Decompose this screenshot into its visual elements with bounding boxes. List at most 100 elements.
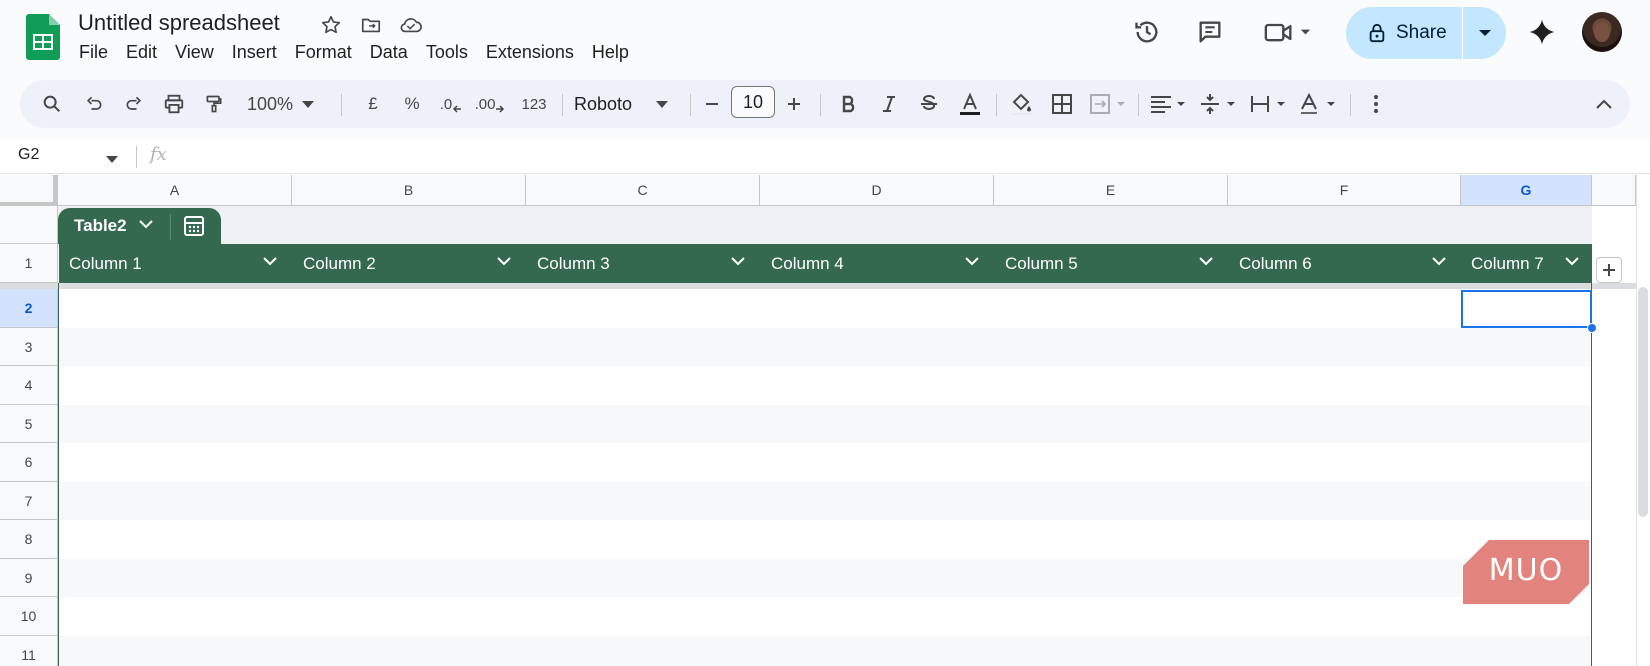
- table-border-left: [58, 283, 59, 666]
- fill-handle[interactable]: [1587, 323, 1597, 333]
- collapse-toolbar-icon[interactable]: [1586, 80, 1622, 128]
- chevron-down-icon[interactable]: [1431, 256, 1447, 266]
- version-history-icon[interactable]: [1127, 12, 1167, 52]
- gemini-sparkle-icon[interactable]: [1522, 12, 1562, 52]
- text-rotation-icon[interactable]: [1296, 80, 1342, 128]
- row-header-9[interactable]: 9: [0, 559, 58, 597]
- chevron-down-icon[interactable]: [1564, 256, 1580, 266]
- row-header-2[interactable]: 2: [0, 289, 58, 328]
- sheets-logo[interactable]: [26, 14, 60, 60]
- increase-font-size-icon[interactable]: [780, 80, 808, 128]
- zoom-caret-icon[interactable]: [298, 80, 318, 128]
- search-icon[interactable]: [32, 80, 72, 128]
- text-wrapping-icon[interactable]: [1246, 80, 1292, 128]
- vertical-align-icon[interactable]: [1196, 80, 1242, 128]
- menu-view[interactable]: View: [166, 40, 223, 65]
- share-button[interactable]: Share: [1346, 7, 1462, 59]
- share-button-group: Share: [1346, 7, 1506, 59]
- table-header-cell[interactable]: Column 5: [995, 244, 1228, 283]
- meet-video-icon[interactable]: [1258, 12, 1318, 52]
- merge-cells-icon[interactable]: [1084, 80, 1134, 128]
- strikethrough-icon[interactable]: [912, 80, 946, 128]
- font-size-input[interactable]: 10: [731, 86, 775, 118]
- chevron-down-icon[interactable]: [964, 256, 980, 266]
- paint-format-icon[interactable]: [196, 80, 232, 128]
- chevron-down-icon[interactable]: [730, 256, 746, 266]
- row-header-7[interactable]: 7: [0, 482, 58, 520]
- zoom-select[interactable]: 100%: [242, 80, 298, 128]
- chevron-down-icon[interactable]: [262, 256, 278, 266]
- chevron-down-icon[interactable]: [496, 256, 512, 266]
- star-icon[interactable]: [318, 12, 344, 38]
- chevron-down-icon[interactable]: [1198, 256, 1214, 266]
- selected-cell-g2[interactable]: [1461, 290, 1592, 328]
- bold-icon[interactable]: [832, 80, 866, 128]
- italic-icon[interactable]: [872, 80, 906, 128]
- account-avatar[interactable]: [1582, 12, 1622, 52]
- table-header-cell[interactable]: Column 2: [293, 244, 526, 283]
- currency-format-button[interactable]: £: [358, 80, 388, 128]
- column-header-b[interactable]: B: [292, 175, 526, 206]
- horizontal-align-icon[interactable]: [1146, 80, 1192, 128]
- menu-data[interactable]: Data: [361, 40, 417, 65]
- row-header-8[interactable]: 8: [0, 520, 58, 559]
- table-calculator-icon[interactable]: [182, 214, 206, 238]
- row-header-10[interactable]: 10: [0, 597, 58, 636]
- chevron-down-icon[interactable]: [138, 219, 154, 229]
- undo-icon[interactable]: [76, 80, 112, 128]
- redo-icon[interactable]: [116, 80, 152, 128]
- number-format-button[interactable]: 123: [514, 80, 554, 128]
- table-tab[interactable]: Table2: [58, 208, 221, 244]
- move-to-folder-icon[interactable]: [358, 12, 384, 38]
- more-options-icon[interactable]: [1358, 80, 1394, 128]
- share-dropdown-button[interactable]: [1463, 7, 1506, 59]
- select-all-corner[interactable]: [0, 175, 58, 206]
- table-header-cell[interactable]: Column 3: [527, 244, 760, 283]
- table-header-cell[interactable]: Column 7: [1461, 244, 1592, 283]
- column-header-f[interactable]: F: [1228, 175, 1461, 206]
- row-header-3[interactable]: 3: [0, 328, 58, 366]
- increase-decimal-button[interactable]: .00: [472, 80, 508, 128]
- menu-extensions[interactable]: Extensions: [477, 40, 583, 65]
- table-header-cell[interactable]: Column 6: [1229, 244, 1461, 283]
- text-color-icon[interactable]: [952, 80, 988, 128]
- menu-format[interactable]: Format: [286, 40, 361, 65]
- table-header-cell[interactable]: Column 4: [761, 244, 994, 283]
- column-header-c[interactable]: C: [526, 175, 760, 206]
- column-header-g[interactable]: G: [1461, 175, 1592, 206]
- menu-tools[interactable]: Tools: [417, 40, 477, 65]
- menu-file[interactable]: File: [70, 40, 117, 65]
- name-box-caret-icon[interactable]: [106, 150, 118, 168]
- decrease-decimal-button[interactable]: .0: [434, 80, 468, 128]
- fill-color-icon[interactable]: [1004, 80, 1040, 128]
- frozen-row-divider[interactable]: [0, 283, 1636, 289]
- print-icon[interactable]: [156, 80, 192, 128]
- menu-edit[interactable]: Edit: [117, 40, 166, 65]
- font-family-select[interactable]: Roboto: [574, 80, 644, 128]
- column-header-blank[interactable]: [1592, 175, 1636, 206]
- cloud-saved-icon[interactable]: [398, 12, 424, 38]
- add-column-button[interactable]: [1596, 257, 1622, 283]
- decrease-font-size-icon[interactable]: [698, 80, 726, 128]
- menu-insert[interactable]: Insert: [223, 40, 286, 65]
- column-header-d[interactable]: D: [760, 175, 994, 206]
- arrow-left-icon: [453, 105, 462, 113]
- row-header-6[interactable]: 6: [0, 443, 58, 482]
- name-box[interactable]: G2: [18, 146, 39, 164]
- comments-icon[interactable]: [1190, 12, 1230, 52]
- row-header-5[interactable]: 5: [0, 405, 58, 443]
- document-title[interactable]: Untitled spreadsheet: [78, 10, 280, 36]
- spreadsheet-grid[interactable]: A B C D E F G 1 Table2 Column 1 Column 2…: [0, 175, 1650, 666]
- table-header-label: Column 5: [1005, 254, 1078, 273]
- font-caret-icon[interactable]: [652, 80, 672, 128]
- vertical-scrollbar-thumb[interactable]: [1638, 287, 1648, 517]
- row-header-11[interactable]: 11: [0, 636, 58, 666]
- column-header-a[interactable]: A: [58, 175, 292, 206]
- borders-icon[interactable]: [1044, 80, 1080, 128]
- table-header-cell[interactable]: Column 1: [59, 244, 292, 283]
- row-header-4[interactable]: 4: [0, 366, 58, 405]
- row-header-1[interactable]: 1: [0, 244, 58, 283]
- column-header-e[interactable]: E: [994, 175, 1228, 206]
- menu-help[interactable]: Help: [583, 40, 638, 65]
- percent-format-button[interactable]: %: [396, 80, 428, 128]
